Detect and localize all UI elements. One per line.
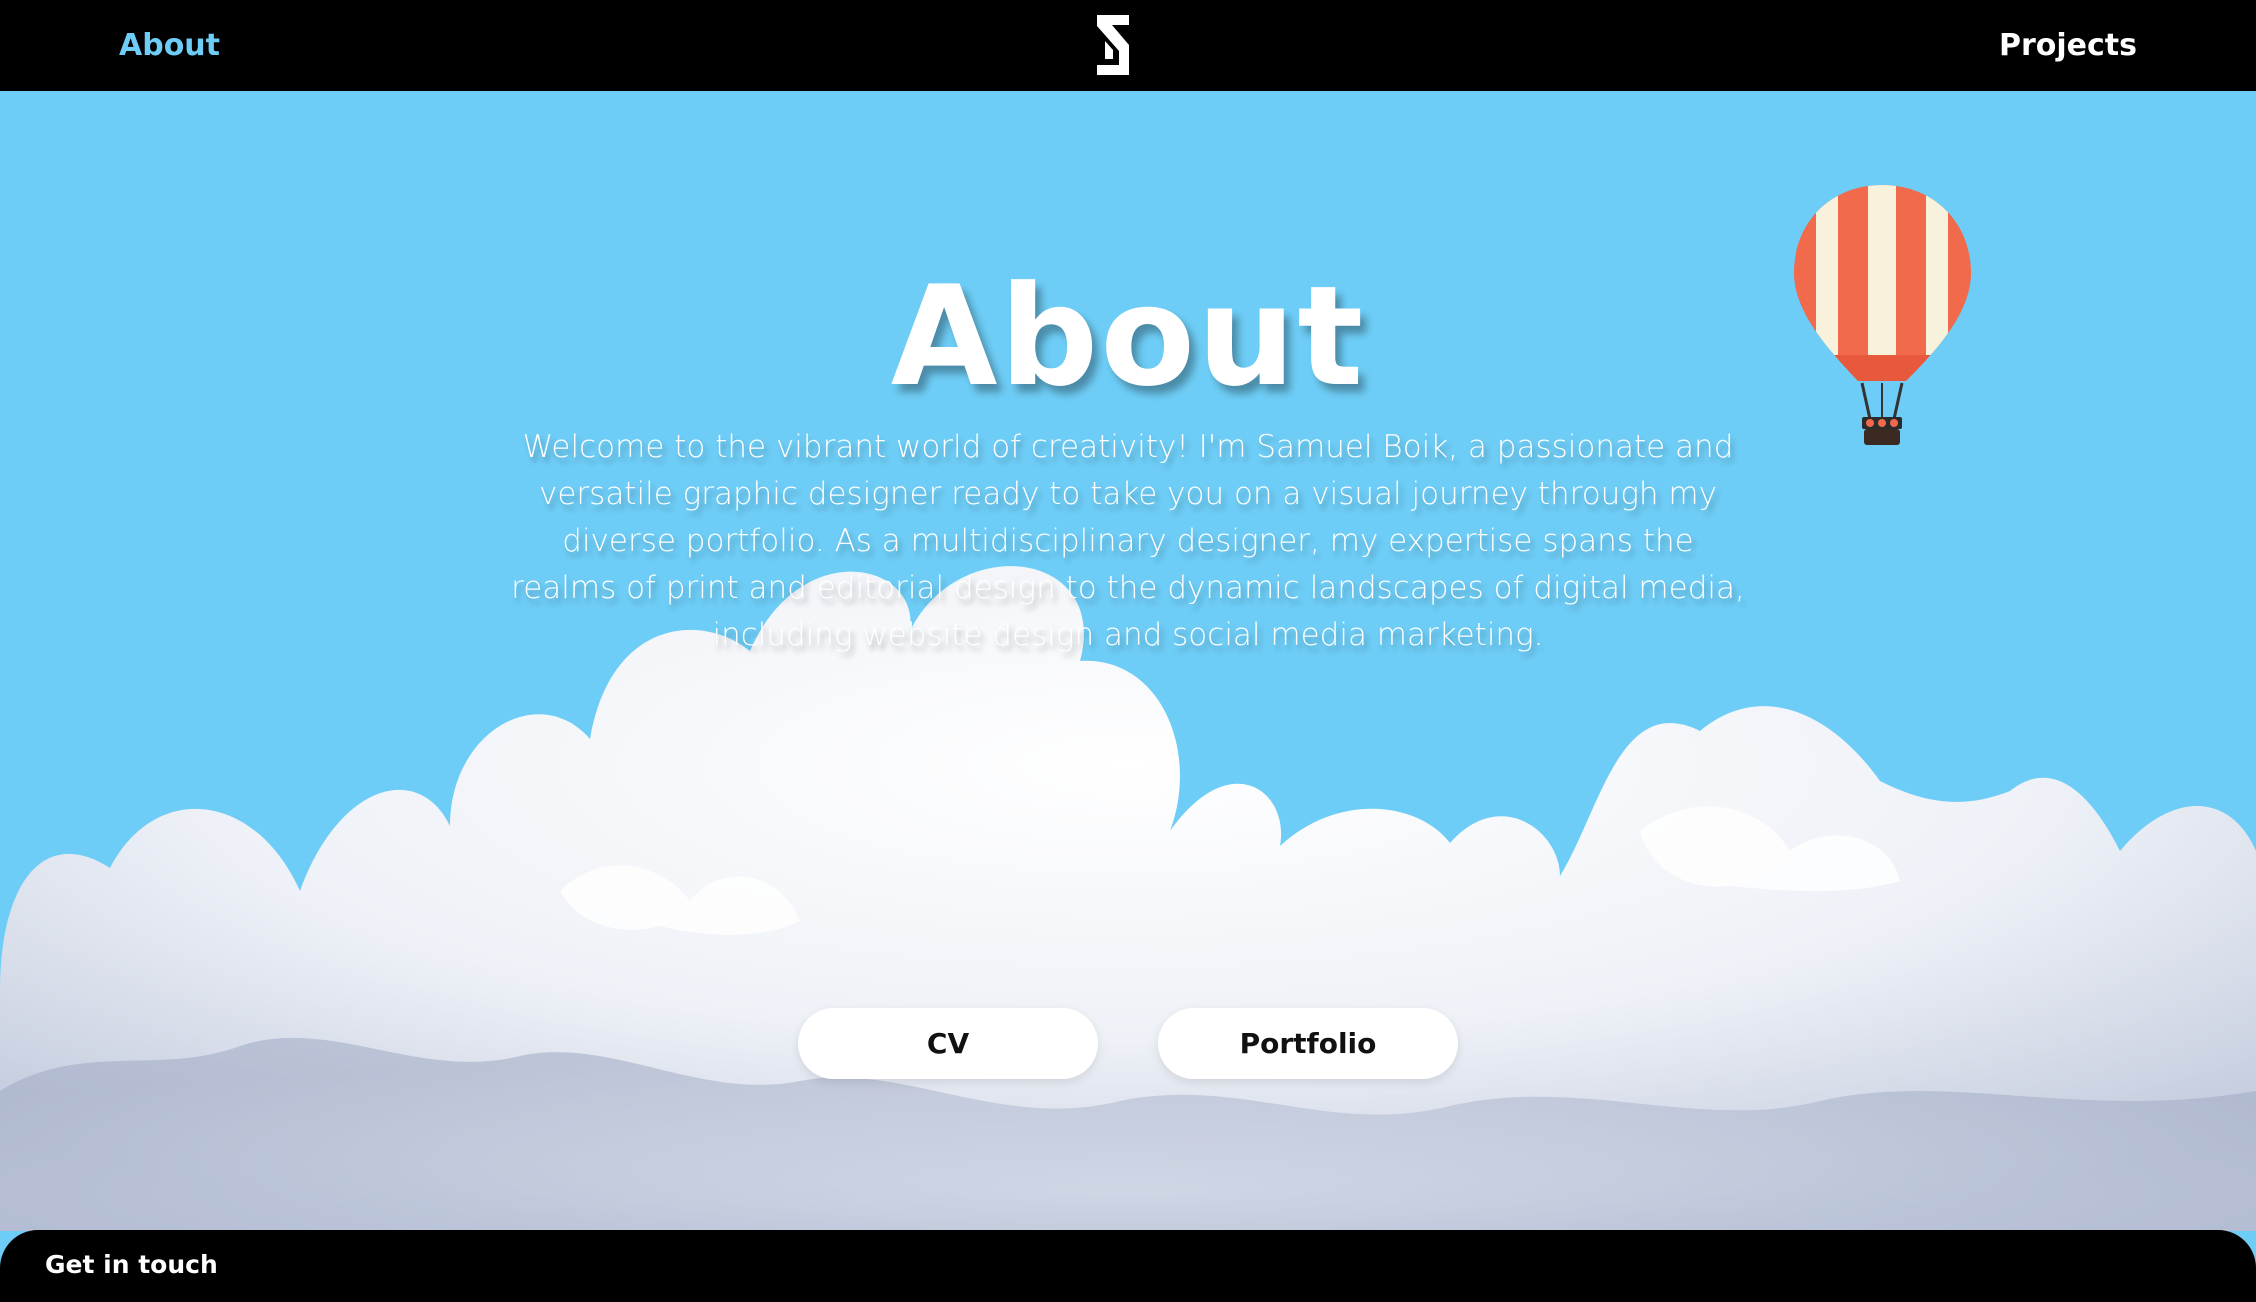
footer-bar: Get in touch — [0, 1230, 2256, 1302]
about-intro-text: Welcome to the vibrant world of creativi… — [511, 429, 1745, 653]
nav-link-projects[interactable]: Projects — [1999, 0, 2137, 91]
about-hero: About Welcome to the vibrant world of cr… — [0, 91, 2256, 1231]
get-in-touch-link[interactable]: Get in touch — [45, 1250, 218, 1279]
top-navbar: About Projects — [0, 0, 2256, 91]
cv-button[interactable]: CV — [798, 1008, 1098, 1079]
portfolio-button[interactable]: Portfolio — [1158, 1008, 1458, 1079]
s-monogram-logo-icon[interactable] — [1094, 13, 1132, 77]
nav-link-about[interactable]: About — [119, 0, 220, 91]
page-title: About — [890, 256, 1366, 417]
